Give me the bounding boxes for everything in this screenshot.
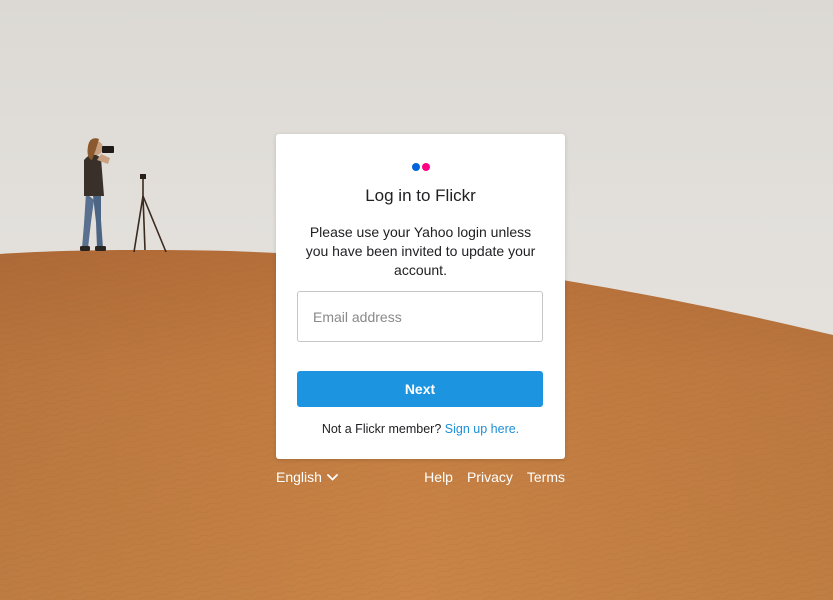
- signup-link[interactable]: Sign up here.: [445, 422, 519, 436]
- language-label: English: [276, 469, 322, 485]
- terms-link[interactable]: Terms: [527, 469, 565, 485]
- login-card: Log in to Flickr Please use your Yahoo l…: [276, 134, 565, 459]
- login-page-background: Log in to Flickr Please use your Yahoo l…: [0, 0, 833, 600]
- next-button[interactable]: Next: [297, 371, 543, 407]
- login-instructions: Please use your Yahoo login unless you h…: [305, 224, 536, 278]
- flickr-logo: [276, 163, 565, 172]
- privacy-link[interactable]: Privacy: [467, 469, 513, 485]
- flickr-blue-dot-icon: [411, 163, 420, 171]
- signup-prompt: Not a Flickr member?: [321, 422, 442, 436]
- footer-links: Help Privacy Terms: [424, 469, 565, 485]
- page-title: Log in to Flickr: [365, 186, 476, 205]
- signup-prompt-line: Not a Flickr member? Sign up here.: [276, 422, 565, 436]
- language-selector[interactable]: English: [276, 469, 338, 485]
- flickr-pink-dot-icon: [421, 163, 430, 171]
- email-field[interactable]: [297, 291, 543, 342]
- help-link[interactable]: Help: [424, 469, 453, 485]
- chevron-down-icon: [327, 473, 338, 481]
- login-footer: English Help Privacy Terms: [276, 469, 565, 487]
